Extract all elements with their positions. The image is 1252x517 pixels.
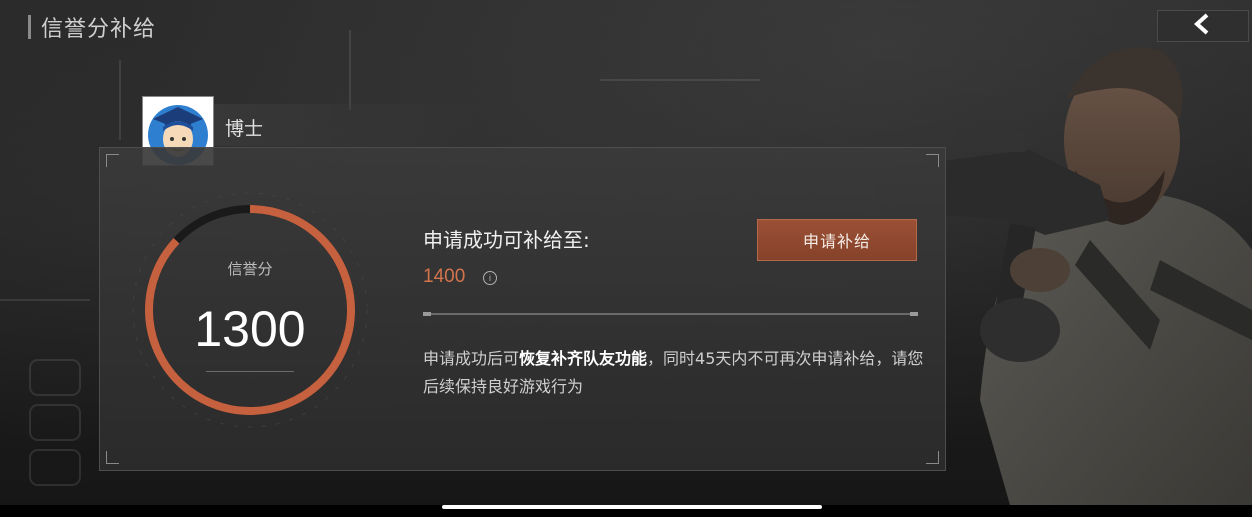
credit-underline <box>206 371 294 372</box>
page-header: 信誉分补给 <box>28 12 156 42</box>
home-indicator[interactable] <box>442 505 822 509</box>
description-text: 申请成功后可 <box>423 349 520 368</box>
credit-value: 1300 <box>194 301 306 357</box>
divider-cap <box>910 312 918 316</box>
info-icon[interactable]: i <box>483 271 497 285</box>
divider-cap <box>423 312 431 316</box>
card-corner <box>926 154 939 167</box>
supply-title: 申请成功可补给至: <box>423 228 590 252</box>
page-title: 信誉分补给 <box>41 17 157 42</box>
card-corner <box>926 451 939 464</box>
apply-supply-button[interactable]: 申请补给 <box>757 219 917 261</box>
player-name: 博士 <box>225 118 264 140</box>
credit-label: 信誉分 <box>227 260 273 278</box>
supply-description: 申请成功后可恢复补齐队友功能，同时45天内不可再次申请补给，请您后续保持良好游戏… <box>423 345 928 401</box>
card-corner <box>106 451 119 464</box>
card-corner <box>106 154 119 167</box>
description-highlight: 恢复补齐队友功能 <box>519 349 648 368</box>
supply-value: 1400 <box>423 266 466 287</box>
title-marker <box>28 15 31 39</box>
divider <box>423 312 918 316</box>
bottom-bar <box>0 505 1252 517</box>
